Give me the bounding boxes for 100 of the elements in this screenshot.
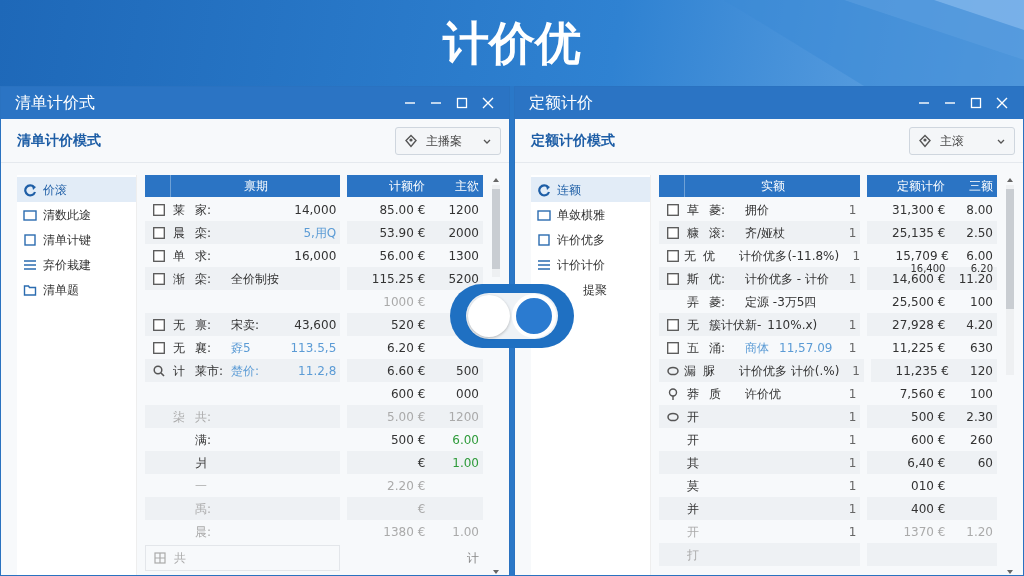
table-cell-text: 1 <box>847 431 857 449</box>
table-cell: 6.60 € <box>387 363 426 378</box>
table-cell: 1380 € <box>383 524 426 539</box>
checkbox[interactable] <box>667 341 679 354</box>
dropdown[interactable]: 主播案 <box>395 126 501 155</box>
list-icon <box>537 257 551 272</box>
table-cell-text: 1 <box>851 362 860 380</box>
checkbox[interactable] <box>667 318 679 331</box>
table-cell-text: 16,000 <box>294 247 337 265</box>
column-header: 实额 <box>759 178 786 195</box>
table-cell: 85.00 € <box>379 202 426 217</box>
square-icon <box>23 232 37 247</box>
table-cell-text: 14,000 <box>294 201 337 219</box>
sidebar-item[interactable]: 单敛棋雅 <box>531 202 650 227</box>
table-cell-text: 1 <box>847 385 857 403</box>
table-cell-text: 1 <box>847 408 857 426</box>
table-cell-text: 1 <box>851 247 860 265</box>
window-title: 清单计价式 <box>15 92 96 114</box>
table-cell: 1200 <box>448 202 479 217</box>
refresh-icon <box>23 182 37 197</box>
table-cell-text: 斯 <box>687 270 700 288</box>
sidebar-item[interactable]: 清数此途 <box>17 202 136 227</box>
checkbox[interactable] <box>153 203 165 216</box>
table-cell-text: 家: <box>195 201 213 219</box>
sidebar-item[interactable]: 连额 <box>531 177 650 202</box>
table-cell-text: 栾: <box>195 224 213 242</box>
sidebar-item[interactable]: 计价计价 <box>531 252 650 277</box>
table-cell-text: 优: <box>709 270 727 288</box>
table-cell-text: 宋卖: <box>231 316 261 334</box>
table-cell: 520 € <box>390 317 426 332</box>
table-cell: 4.20 <box>966 317 993 332</box>
table-cell-text: 晨: <box>195 523 213 541</box>
checkbox[interactable] <box>153 341 165 354</box>
table-cell: 100 <box>970 294 993 309</box>
checkbox[interactable] <box>153 318 165 331</box>
maximize-icon[interactable] <box>968 95 984 111</box>
table-cell-text: 无 <box>173 316 186 334</box>
table-cell: 1000 € <box>383 294 426 309</box>
scroll-up-icon[interactable] <box>1006 177 1014 183</box>
list-icon <box>23 257 37 272</box>
table-cell-text: 禹: <box>195 500 213 518</box>
table-cell: 6.20 <box>970 263 993 274</box>
checkbox[interactable] <box>153 249 165 262</box>
table-cell-text: 计 <box>467 550 479 567</box>
close-icon[interactable] <box>994 95 1010 111</box>
table-cell: 1300 <box>448 248 479 263</box>
table-cell-text: 拥价 <box>745 201 770 219</box>
checkbox[interactable] <box>667 203 679 216</box>
sidebar-item[interactable]: 弃价栽建 <box>17 252 136 277</box>
table-cell-text: 打 <box>687 546 700 564</box>
table-cell: 115.25 € <box>371 271 426 286</box>
table-cell-text: 优 <box>703 247 717 265</box>
table-cell-text: 质 <box>709 385 722 403</box>
scroll-down-icon[interactable] <box>1006 569 1014 575</box>
table-cell: 600 € <box>911 432 946 447</box>
table-cell-text: 孬5 <box>231 339 252 357</box>
checkbox[interactable] <box>667 249 679 262</box>
table-cell-text: 1 <box>847 270 857 288</box>
sidebar-item[interactable]: 价滚 <box>17 177 136 202</box>
table-cell-text: 无 <box>687 316 700 334</box>
table-cell-text: 簇计伏新- <box>709 316 762 334</box>
close-icon[interactable] <box>480 95 496 111</box>
table-cell-text: 定源 -3万5四 <box>745 293 818 311</box>
table-cell: 1370 € <box>903 524 946 539</box>
checkbox[interactable] <box>667 272 679 285</box>
table-cell-text: 1 <box>847 454 857 472</box>
table-cell: 2.20 € <box>387 478 426 493</box>
window-icon <box>537 207 551 222</box>
table-cell: 11,225 € <box>892 340 946 355</box>
dropdown[interactable]: 主滚 <box>909 126 1015 155</box>
table-cell-text: 5,用Q <box>303 224 337 242</box>
scroll-up-icon[interactable] <box>492 177 500 183</box>
checkbox[interactable] <box>153 226 165 239</box>
table-cell-text: 晨 <box>173 224 186 242</box>
table-cell: 120 <box>970 363 993 378</box>
pin-icon <box>918 133 932 148</box>
table-cell-text: 齐/娅杖 <box>745 224 787 242</box>
table-cell-text: 莱市: <box>195 362 225 380</box>
sidebar-item[interactable]: 提聚 <box>577 277 650 302</box>
table-cell: 7,560 € <box>899 386 946 401</box>
table-cell-text: 1 <box>847 201 857 219</box>
maximize-icon[interactable] <box>454 95 470 111</box>
scrollbar[interactable] <box>492 185 500 277</box>
sidebar-item[interactable]: 许价优多 <box>531 227 650 252</box>
refresh-icon <box>537 182 551 197</box>
table-cell-text: 楚价: <box>231 362 261 380</box>
table-cell-text: 单 <box>173 247 186 265</box>
table-cell: 2.50 <box>966 225 993 240</box>
table-cell-text: 全价制按 <box>231 270 280 288</box>
sidebar-item[interactable]: 清单计键 <box>17 227 136 252</box>
scroll-down-icon[interactable] <box>492 569 500 575</box>
table-cell-text: 涌: <box>709 339 727 357</box>
window-icon <box>23 207 37 222</box>
table-cell: € <box>417 501 426 516</box>
scrollbar[interactable] <box>1006 185 1014 375</box>
checkbox[interactable] <box>153 272 165 285</box>
table-cell-text: 滚: <box>709 224 727 242</box>
checkbox[interactable] <box>667 226 679 239</box>
sidebar-item[interactable]: 清单题 <box>17 277 136 302</box>
table-cell-text: 五 <box>687 339 700 357</box>
